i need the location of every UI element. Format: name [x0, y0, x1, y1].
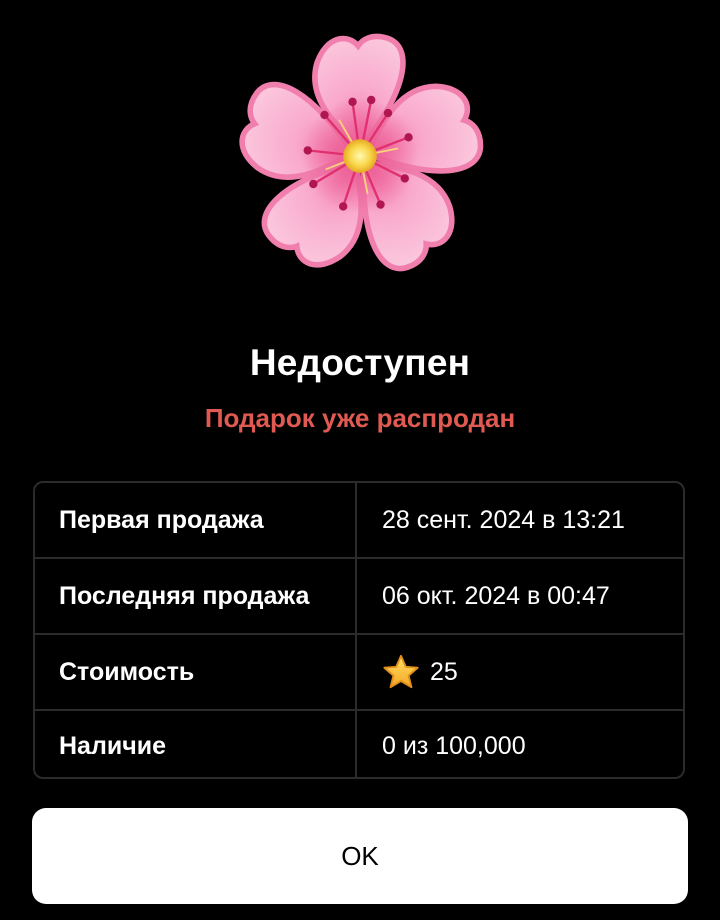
- details-row-price: Стоимость 25: [35, 635, 683, 711]
- ok-button[interactable]: OK: [32, 808, 688, 904]
- first-sale-value: 28 сент. 2024 в 13:21: [382, 505, 625, 534]
- availability-value: 0 из 100,000: [382, 731, 526, 760]
- details-row-last-sale: Последняя продажа 06 окт. 2024 в 00:47: [35, 559, 683, 635]
- gift-status-title: Недоступен: [249, 342, 471, 383]
- cherry-blossom-icon: [220, 16, 500, 296]
- price-label: Стоимость: [35, 635, 357, 709]
- price-value: 25: [430, 657, 458, 686]
- last-sale-value: 06 окт. 2024 в 00:47: [382, 581, 610, 610]
- details-row-availability: Наличие 0 из 100,000: [35, 711, 683, 777]
- details-row-first-sale: Первая продажа 28 сент. 2024 в 13:21: [35, 483, 683, 559]
- availability-label: Наличие: [35, 711, 357, 777]
- first-sale-label: Первая продажа: [35, 483, 357, 557]
- last-sale-label: Последняя продажа: [35, 559, 357, 633]
- star-icon: [382, 653, 420, 691]
- price-value-cell: 25: [357, 635, 683, 709]
- gift-details-table: Первая продажа 28 сент. 2024 в 13:21 Пос…: [33, 481, 685, 779]
- gift-status-subtitle: Подарок уже распродан: [204, 403, 516, 433]
